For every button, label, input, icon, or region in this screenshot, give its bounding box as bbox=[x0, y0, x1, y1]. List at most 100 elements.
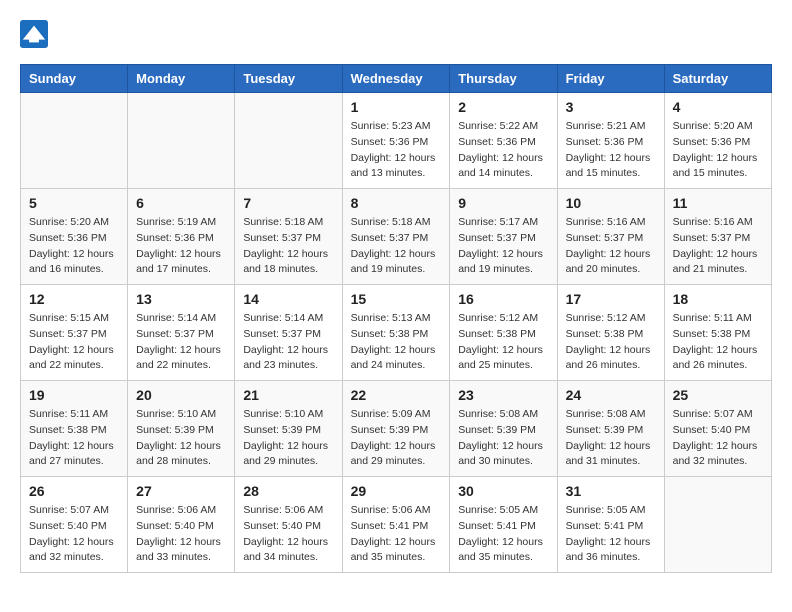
day-info: Sunrise: 5:14 AM Sunset: 5:37 PM Dayligh… bbox=[136, 311, 226, 374]
weekday-friday: Friday bbox=[557, 65, 664, 93]
calendar-cell: 19 Sunrise: 5:11 AM Sunset: 5:38 PM Dayli… bbox=[21, 381, 128, 477]
calendar: SundayMondayTuesdayWednesdayThursdayFrid… bbox=[20, 64, 772, 573]
day-number: 21 bbox=[243, 387, 333, 403]
day-number: 28 bbox=[243, 483, 333, 499]
day-number: 12 bbox=[29, 291, 119, 307]
weekday-sunday: Sunday bbox=[21, 65, 128, 93]
day-info: Sunrise: 5:10 AM Sunset: 5:39 PM Dayligh… bbox=[243, 407, 333, 470]
calendar-cell: 7 Sunrise: 5:18 AM Sunset: 5:37 PM Daylig… bbox=[235, 189, 342, 285]
calendar-week-3: 12 Sunrise: 5:15 AM Sunset: 5:37 PM Dayli… bbox=[21, 285, 772, 381]
day-info: Sunrise: 5:20 AM Sunset: 5:36 PM Dayligh… bbox=[29, 215, 119, 278]
calendar-cell: 22 Sunrise: 5:09 AM Sunset: 5:39 PM Dayli… bbox=[342, 381, 450, 477]
calendar-cell: 6 Sunrise: 5:19 AM Sunset: 5:36 PM Daylig… bbox=[128, 189, 235, 285]
weekday-header-row: SundayMondayTuesdayWednesdayThursdayFrid… bbox=[21, 65, 772, 93]
day-info: Sunrise: 5:06 AM Sunset: 5:40 PM Dayligh… bbox=[243, 503, 333, 566]
day-info: Sunrise: 5:18 AM Sunset: 5:37 PM Dayligh… bbox=[351, 215, 442, 278]
calendar-cell bbox=[21, 93, 128, 189]
day-info: Sunrise: 5:15 AM Sunset: 5:37 PM Dayligh… bbox=[29, 311, 119, 374]
calendar-cell: 24 Sunrise: 5:08 AM Sunset: 5:39 PM Dayli… bbox=[557, 381, 664, 477]
day-number: 18 bbox=[673, 291, 763, 307]
day-info: Sunrise: 5:05 AM Sunset: 5:41 PM Dayligh… bbox=[458, 503, 548, 566]
day-number: 25 bbox=[673, 387, 763, 403]
calendar-cell bbox=[128, 93, 235, 189]
day-info: Sunrise: 5:16 AM Sunset: 5:37 PM Dayligh… bbox=[566, 215, 656, 278]
logo bbox=[20, 20, 52, 48]
calendar-cell: 28 Sunrise: 5:06 AM Sunset: 5:40 PM Dayli… bbox=[235, 477, 342, 573]
day-info: Sunrise: 5:09 AM Sunset: 5:39 PM Dayligh… bbox=[351, 407, 442, 470]
day-number: 22 bbox=[351, 387, 442, 403]
day-info: Sunrise: 5:06 AM Sunset: 5:41 PM Dayligh… bbox=[351, 503, 442, 566]
day-info: Sunrise: 5:12 AM Sunset: 5:38 PM Dayligh… bbox=[566, 311, 656, 374]
calendar-cell: 11 Sunrise: 5:16 AM Sunset: 5:37 PM Dayli… bbox=[664, 189, 771, 285]
day-info: Sunrise: 5:16 AM Sunset: 5:37 PM Dayligh… bbox=[673, 215, 763, 278]
calendar-week-5: 26 Sunrise: 5:07 AM Sunset: 5:40 PM Dayli… bbox=[21, 477, 772, 573]
day-number: 27 bbox=[136, 483, 226, 499]
calendar-cell: 17 Sunrise: 5:12 AM Sunset: 5:38 PM Dayli… bbox=[557, 285, 664, 381]
day-info: Sunrise: 5:20 AM Sunset: 5:36 PM Dayligh… bbox=[673, 119, 763, 182]
calendar-cell: 16 Sunrise: 5:12 AM Sunset: 5:38 PM Dayli… bbox=[450, 285, 557, 381]
calendar-cell: 23 Sunrise: 5:08 AM Sunset: 5:39 PM Dayli… bbox=[450, 381, 557, 477]
day-info: Sunrise: 5:05 AM Sunset: 5:41 PM Dayligh… bbox=[566, 503, 656, 566]
calendar-cell: 4 Sunrise: 5:20 AM Sunset: 5:36 PM Daylig… bbox=[664, 93, 771, 189]
day-number: 3 bbox=[566, 99, 656, 115]
day-number: 23 bbox=[458, 387, 548, 403]
day-info: Sunrise: 5:07 AM Sunset: 5:40 PM Dayligh… bbox=[29, 503, 119, 566]
weekday-tuesday: Tuesday bbox=[235, 65, 342, 93]
calendar-cell: 12 Sunrise: 5:15 AM Sunset: 5:37 PM Dayli… bbox=[21, 285, 128, 381]
day-number: 8 bbox=[351, 195, 442, 211]
calendar-cell: 10 Sunrise: 5:16 AM Sunset: 5:37 PM Dayli… bbox=[557, 189, 664, 285]
weekday-wednesday: Wednesday bbox=[342, 65, 450, 93]
day-number: 30 bbox=[458, 483, 548, 499]
calendar-cell: 21 Sunrise: 5:10 AM Sunset: 5:39 PM Dayli… bbox=[235, 381, 342, 477]
day-info: Sunrise: 5:17 AM Sunset: 5:37 PM Dayligh… bbox=[458, 215, 548, 278]
weekday-saturday: Saturday bbox=[664, 65, 771, 93]
calendar-cell bbox=[235, 93, 342, 189]
day-info: Sunrise: 5:18 AM Sunset: 5:37 PM Dayligh… bbox=[243, 215, 333, 278]
calendar-cell: 5 Sunrise: 5:20 AM Sunset: 5:36 PM Daylig… bbox=[21, 189, 128, 285]
calendar-cell: 29 Sunrise: 5:06 AM Sunset: 5:41 PM Dayli… bbox=[342, 477, 450, 573]
day-number: 26 bbox=[29, 483, 119, 499]
day-info: Sunrise: 5:11 AM Sunset: 5:38 PM Dayligh… bbox=[673, 311, 763, 374]
day-info: Sunrise: 5:11 AM Sunset: 5:38 PM Dayligh… bbox=[29, 407, 119, 470]
calendar-cell: 31 Sunrise: 5:05 AM Sunset: 5:41 PM Dayli… bbox=[557, 477, 664, 573]
calendar-cell: 13 Sunrise: 5:14 AM Sunset: 5:37 PM Dayli… bbox=[128, 285, 235, 381]
calendar-cell bbox=[664, 477, 771, 573]
calendar-cell: 26 Sunrise: 5:07 AM Sunset: 5:40 PM Dayli… bbox=[21, 477, 128, 573]
calendar-cell: 15Sunrise: 5:13 AM Sunset: 5:38 PM Dayli… bbox=[342, 285, 450, 381]
calendar-week-4: 19 Sunrise: 5:11 AM Sunset: 5:38 PM Dayli… bbox=[21, 381, 772, 477]
page: SundayMondayTuesdayWednesdayThursdayFrid… bbox=[0, 0, 792, 593]
day-info: Sunrise: 5:08 AM Sunset: 5:39 PM Dayligh… bbox=[566, 407, 656, 470]
day-number: 1 bbox=[351, 99, 442, 115]
calendar-cell: 20Sunrise: 5:10 AM Sunset: 5:39 PM Dayli… bbox=[128, 381, 235, 477]
day-number: 11 bbox=[673, 195, 763, 211]
day-number: 2 bbox=[458, 99, 548, 115]
day-number: 6 bbox=[136, 195, 226, 211]
day-number: 16 bbox=[458, 291, 548, 307]
day-number: 19 bbox=[29, 387, 119, 403]
day-info: Sunrise: 5:14 AM Sunset: 5:37 PM Dayligh… bbox=[243, 311, 333, 374]
day-number: 17 bbox=[566, 291, 656, 307]
day-number: 5 bbox=[29, 195, 119, 211]
day-info: Sunrise: 5:06 AM Sunset: 5:40 PM Dayligh… bbox=[136, 503, 226, 566]
day-number: 24 bbox=[566, 387, 656, 403]
calendar-cell: 3Sunrise: 5:21 AM Sunset: 5:36 PM Daylig… bbox=[557, 93, 664, 189]
day-number: 10 bbox=[566, 195, 656, 211]
day-info: Sunrise: 5:23 AM Sunset: 5:36 PM Dayligh… bbox=[351, 119, 442, 182]
calendar-cell: 27 Sunrise: 5:06 AM Sunset: 5:40 PM Dayli… bbox=[128, 477, 235, 573]
calendar-week-2: 5 Sunrise: 5:20 AM Sunset: 5:36 PM Daylig… bbox=[21, 189, 772, 285]
calendar-cell: 9Sunrise: 5:17 AM Sunset: 5:37 PM Daylig… bbox=[450, 189, 557, 285]
day-info: Sunrise: 5:19 AM Sunset: 5:36 PM Dayligh… bbox=[136, 215, 226, 278]
day-number: 15 bbox=[351, 291, 442, 307]
day-info: Sunrise: 5:12 AM Sunset: 5:38 PM Dayligh… bbox=[458, 311, 548, 374]
header bbox=[20, 20, 772, 48]
day-info: Sunrise: 5:08 AM Sunset: 5:39 PM Dayligh… bbox=[458, 407, 548, 470]
day-number: 20 bbox=[136, 387, 226, 403]
day-number: 31 bbox=[566, 483, 656, 499]
day-number: 29 bbox=[351, 483, 442, 499]
day-number: 7 bbox=[243, 195, 333, 211]
calendar-cell: 8 Sunrise: 5:18 AM Sunset: 5:37 PM Daylig… bbox=[342, 189, 450, 285]
day-number: 4 bbox=[673, 99, 763, 115]
calendar-cell: 25Sunrise: 5:07 AM Sunset: 5:40 PM Dayli… bbox=[664, 381, 771, 477]
day-number: 13 bbox=[136, 291, 226, 307]
calendar-cell: 2Sunrise: 5:22 AM Sunset: 5:36 PM Daylig… bbox=[450, 93, 557, 189]
